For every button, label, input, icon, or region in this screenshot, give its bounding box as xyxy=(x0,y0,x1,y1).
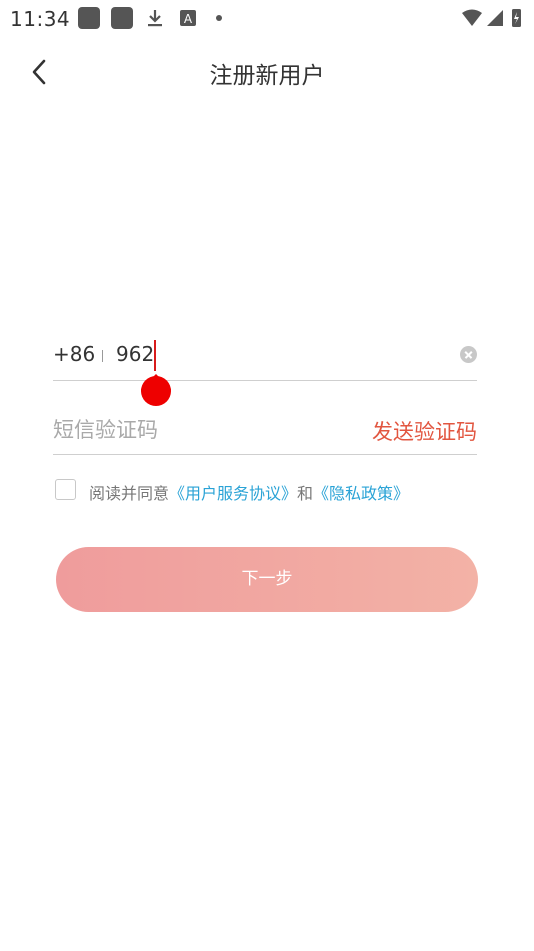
agreement-text: 阅读并同意《用户服务协议》和《隐私政策》 xyxy=(89,480,409,504)
status-time: 11:34 xyxy=(10,7,71,31)
next-button[interactable]: 下一步 xyxy=(56,547,478,612)
send-code-button[interactable]: 发送验证码 xyxy=(372,416,477,446)
download-icon xyxy=(148,10,162,27)
clear-icon[interactable] xyxy=(460,346,477,363)
agreement-prefix: 阅读并同意 xyxy=(89,484,170,503)
sms-code-input[interactable] xyxy=(53,414,303,446)
app-icon xyxy=(111,7,133,29)
app-icon xyxy=(78,7,100,29)
sms-code-row: 发送验证码 xyxy=(53,410,477,455)
wifi-icon xyxy=(462,9,482,26)
font-icon: A xyxy=(180,10,196,26)
signal-icon xyxy=(487,10,503,26)
agreement-and: 和 xyxy=(297,484,314,503)
agreement-row: 阅读并同意《用户服务协议》和《隐私政策》 xyxy=(55,479,485,503)
phone-input-row[interactable]: +86 962 xyxy=(53,336,477,381)
cursor-handle[interactable] xyxy=(141,374,171,406)
country-code[interactable]: +86 xyxy=(53,342,95,366)
status-right-icons xyxy=(462,9,521,27)
dot-icon xyxy=(216,15,222,21)
privacy-link[interactable]: 《隐私政策》 xyxy=(313,484,409,503)
terms-link[interactable]: 《用户服务协议》 xyxy=(169,484,297,503)
divider xyxy=(102,350,103,362)
status-bar: 11:34 A xyxy=(0,0,534,38)
text-cursor xyxy=(154,340,156,371)
svg-text:A: A xyxy=(184,12,193,26)
page-title: 注册新用户 xyxy=(209,63,325,89)
agree-checkbox[interactable] xyxy=(55,479,76,500)
phone-input[interactable]: 962 xyxy=(116,342,154,366)
